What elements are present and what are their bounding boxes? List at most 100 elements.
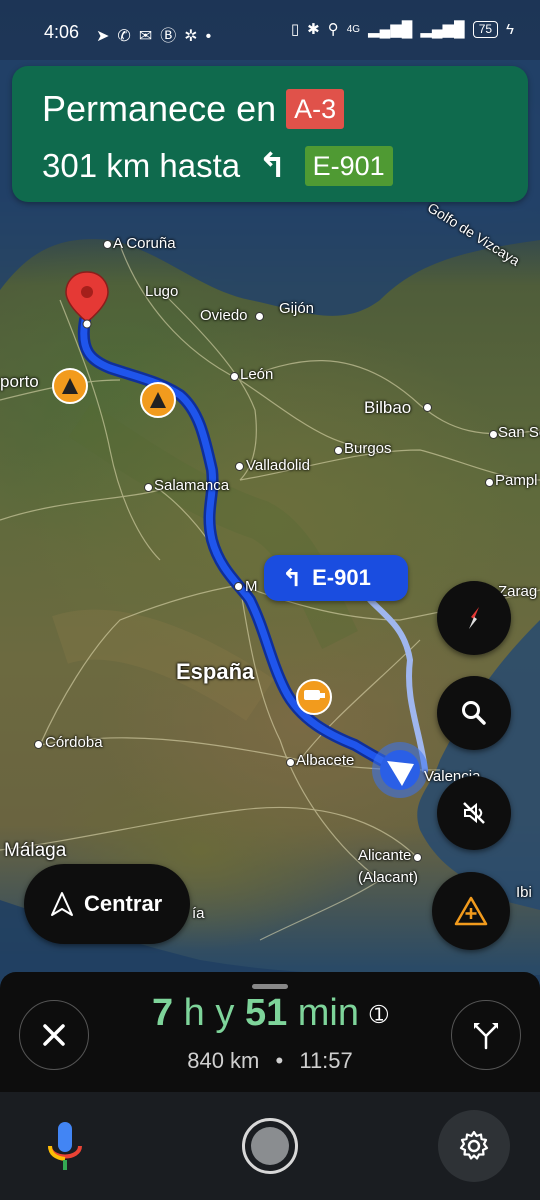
city-dot	[34, 740, 43, 749]
eta-minutes: 51	[244, 992, 288, 1034]
recenter-button[interactable]: Centrar	[24, 864, 190, 944]
status-bar: 4:06 ➤✆✉Ⓑ✲• ▯ ✱ ⚲ 4G ▂▄▆█ ▂▄▆█ 75 ϟ	[0, 0, 540, 60]
signal-icon: ▂▄▆█	[368, 21, 413, 38]
city-label: Valladolid	[246, 457, 310, 474]
clock: 4:06	[44, 22, 80, 42]
search-button[interactable]	[437, 676, 511, 750]
city-dot	[413, 853, 422, 862]
city-dot	[334, 446, 343, 455]
city-label: Bilbao	[364, 398, 412, 417]
recenter-label: Centrar	[84, 891, 163, 916]
b-icon: Ⓑ	[160, 28, 185, 45]
alternate-routes-button[interactable]	[451, 1000, 521, 1070]
city-label: Málaga	[4, 840, 67, 861]
exit-navigation-button[interactable]	[19, 1000, 89, 1070]
next-instruction-card[interactable]: Permanece en A-3 301 km hasta ↰ E-901	[12, 66, 528, 202]
city-label: Pampl	[495, 472, 538, 489]
system-navigation-bar	[0, 1092, 540, 1200]
city-label: ía	[192, 905, 205, 922]
sound-off-icon	[463, 802, 485, 824]
home-icon	[251, 1127, 289, 1165]
city-label: León	[240, 366, 274, 383]
road-shield: A-3	[286, 89, 345, 129]
voice-search-button[interactable]	[44, 1120, 86, 1181]
city-label: San Se	[498, 424, 540, 441]
callout-road-label: E-901	[312, 565, 371, 590]
city-dot	[103, 240, 112, 249]
city-label: Córdoba	[45, 734, 103, 751]
destination-pin-icon	[65, 271, 109, 329]
signal-icon: ▂▄▆█	[420, 21, 465, 38]
bluetooth-icon: ✱	[307, 21, 320, 38]
close-icon	[43, 1024, 65, 1046]
city-dot	[144, 483, 153, 492]
navigation-icon: ➤	[96, 28, 118, 45]
instruction-line-1: Permanece en A-3	[42, 88, 345, 130]
dot-icon: •	[205, 28, 220, 45]
city-dot	[423, 403, 432, 412]
eta-minutes-unit: min	[297, 992, 360, 1034]
toll-icon: ➀	[369, 1001, 389, 1027]
city-label: Oviedo	[200, 307, 248, 324]
report-incident-button[interactable]	[432, 872, 510, 950]
route-callout[interactable]: ↰ E-901	[264, 555, 408, 601]
city-label: porto	[0, 372, 39, 391]
current-location-icon	[372, 742, 428, 798]
city-dot	[489, 430, 498, 439]
notification-icons: ➤✆✉Ⓑ✲•	[96, 22, 219, 46]
chat-icon: ✉	[138, 28, 161, 45]
city-dot	[255, 312, 264, 321]
compass-icon	[469, 607, 479, 629]
compass-button[interactable]	[437, 581, 511, 655]
city-label: Lugo	[145, 283, 179, 300]
eta-hours: 7	[151, 992, 174, 1034]
city-dot	[235, 462, 244, 471]
search-icon	[462, 701, 486, 725]
arrival-time: 11:57	[299, 1048, 353, 1073]
instruction-line-2: 301 km hasta ↰ E-901	[42, 146, 393, 186]
city-label: (Alacant)	[358, 869, 419, 886]
settings-button[interactable]	[438, 1110, 510, 1182]
country-label: España	[176, 659, 255, 684]
navigation-arrow-icon	[51, 892, 73, 916]
home-button[interactable]	[242, 1118, 298, 1174]
battery-level: 75	[472, 20, 499, 38]
city-label: Gijón	[279, 300, 315, 317]
navigation-screen: Golfo de Vizcaya A Coruña Lugo Oviedo Gi…	[0, 0, 540, 1200]
city-label: Ibi	[516, 884, 532, 901]
microphone-icon	[48, 1122, 82, 1170]
city-label: A Coruña	[113, 235, 176, 252]
route-fork-icon	[474, 1023, 498, 1050]
instruction-text: Permanece en	[42, 88, 277, 129]
city-label: Burgos	[344, 440, 392, 457]
roadwork-icon	[52, 368, 88, 404]
distance-text: 301 km hasta	[42, 147, 241, 184]
city-dot	[234, 582, 243, 591]
turn-left-icon: ↰	[282, 564, 303, 592]
city-label: Alicante	[358, 847, 412, 864]
eta-hours-unit: h y	[183, 992, 235, 1034]
roadwork-icon	[140, 382, 176, 418]
add-report-icon	[454, 896, 488, 926]
gear-icon	[459, 1130, 489, 1160]
charging-icon: ϟ	[506, 20, 514, 38]
next-road-shield: E-901	[304, 146, 393, 186]
system-icons: ▯ ✱ ⚲ 4G ▂▄▆█ ▂▄▆█ 75 ϟ	[291, 20, 514, 38]
whatsapp-icon: ✆	[117, 28, 139, 45]
speed-camera-icon	[296, 679, 332, 715]
network-type: 4G	[346, 23, 361, 35]
turn-left-icon: ↰	[258, 147, 287, 185]
drag-handle[interactable]	[252, 984, 288, 989]
sparkle-icon: ✲	[184, 28, 206, 45]
remaining-distance: 840 km	[187, 1048, 260, 1073]
city-label: M	[245, 578, 258, 595]
mute-button[interactable]	[437, 776, 511, 850]
city-dot	[286, 758, 295, 767]
city-dot	[230, 372, 239, 381]
vibrate-icon: ▯	[290, 21, 300, 38]
separator: •	[275, 1048, 284, 1073]
location-icon: ⚲	[327, 21, 339, 38]
city-label: Albacete	[296, 752, 355, 769]
city-dot	[485, 478, 494, 487]
city-label: Salamanca	[154, 477, 230, 494]
